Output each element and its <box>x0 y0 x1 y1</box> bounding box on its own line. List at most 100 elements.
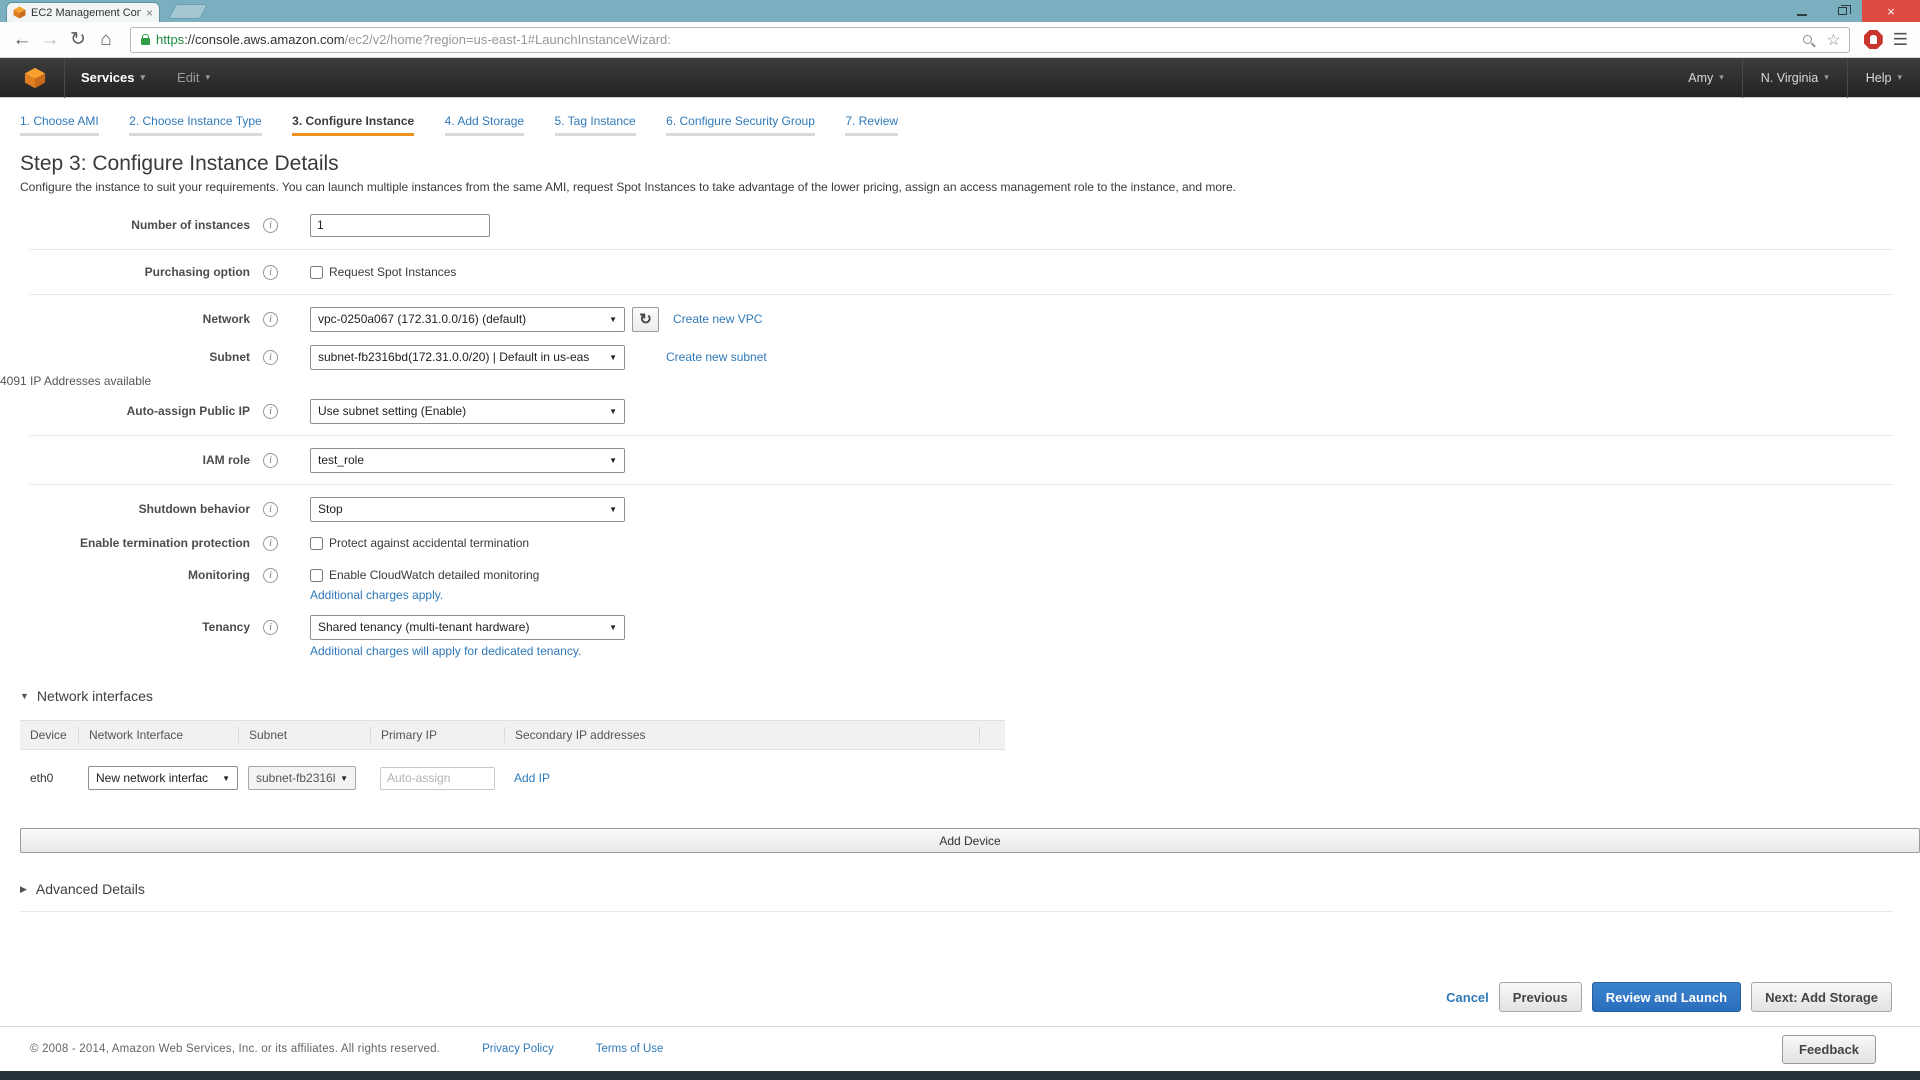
search-icon[interactable] <box>1803 35 1812 44</box>
create-new-vpc-link[interactable]: Create new VPC <box>673 312 762 326</box>
primary-ip-input[interactable] <box>380 767 495 790</box>
bookmark-star-icon[interactable]: ☆ <box>1826 30 1840 50</box>
advanced-details-title: Advanced Details <box>36 881 145 897</box>
url-path: /ec2/v2/home?region=us-east-1#LaunchInst… <box>345 32 1804 47</box>
divider <box>30 294 1893 295</box>
home-icon[interactable]: ⌂ <box>92 29 120 51</box>
row-auto-assign-public-ip: Auto-assign Public IP i Use subnet setti… <box>0 396 1920 426</box>
info-icon[interactable]: i <box>263 453 278 468</box>
tab-close-icon[interactable]: × <box>146 7 153 19</box>
step-configure-security-group[interactable]: 6. Configure Security Group <box>666 114 815 136</box>
table-header-row: Device Network Interface Subnet Primary … <box>20 720 1005 750</box>
tenancy-select[interactable]: Shared tenancy (multi-tenant hardware) ▼ <box>310 615 625 640</box>
request-spot-instances-label: Request Spot Instances <box>329 265 456 279</box>
advanced-details-section-header[interactable]: ▶ Advanced Details <box>20 881 1920 897</box>
terms-of-use-link[interactable]: Terms of Use <box>596 1043 664 1055</box>
step-review[interactable]: 7. Review <box>845 114 898 136</box>
info-icon[interactable]: i <box>263 404 278 419</box>
step-add-storage[interactable]: 4. Add Storage <box>445 114 524 136</box>
feedback-button[interactable]: Feedback <box>1782 1035 1876 1064</box>
network-interface-value: New network interfac <box>96 771 208 785</box>
window-restore-button[interactable] <box>1822 0 1862 22</box>
info-icon[interactable]: i <box>263 312 278 327</box>
shutdown-behavior-select[interactable]: Stop ▼ <box>310 497 625 522</box>
browser-tab-bar: EC2 Management Console × × <box>0 0 1920 22</box>
privacy-policy-link[interactable]: Privacy Policy <box>482 1043 554 1055</box>
step-choose-ami[interactable]: 1. Choose AMI <box>20 114 99 136</box>
add-device-button[interactable]: Add Device <box>20 828 1920 853</box>
chevron-down-icon: ▾ <box>1897 72 1902 83</box>
info-icon[interactable]: i <box>263 568 278 583</box>
col-secondary-ip: Secondary IP addresses <box>504 727 979 743</box>
user-menu[interactable]: Amy ▾ <box>1670 58 1742 98</box>
back-icon[interactable]: ← <box>8 29 36 51</box>
help-label: Help <box>1866 71 1892 85</box>
additional-charges-link[interactable]: Additional charges apply. <box>310 588 443 602</box>
chevron-down-icon: ▾ <box>1719 72 1724 83</box>
step-configure-instance[interactable]: 3. Configure Instance <box>292 114 414 136</box>
step-choose-instance-type[interactable]: 2. Choose Instance Type <box>129 114 262 136</box>
subnet-select-value: subnet-fb2316bd(172.31.0.0/20) | Default… <box>318 350 589 364</box>
aws-logo[interactable] <box>0 67 64 89</box>
network-interface-select[interactable]: New network interfac ▼ <box>88 766 238 790</box>
info-icon[interactable]: i <box>263 350 278 365</box>
forward-icon[interactable]: → <box>36 29 64 51</box>
cancel-link[interactable]: Cancel <box>1446 990 1489 1005</box>
review-and-launch-button[interactable]: Review and Launch <box>1592 982 1741 1012</box>
divider <box>30 249 1893 250</box>
url-bar[interactable]: https ://console.aws.amazon.com /ec2/v2/… <box>130 27 1850 53</box>
info-icon[interactable]: i <box>263 218 278 233</box>
chevron-down-icon: ▾ <box>1824 72 1829 83</box>
subnet-select[interactable]: subnet-fb2316bd(172.31.0.0/20) | Default… <box>310 345 625 370</box>
browser-tab[interactable]: EC2 Management Console × <box>6 2 160 22</box>
window-minimize-button[interactable] <box>1782 0 1822 22</box>
row-monitoring: Monitoring i Enable CloudWatch detailed … <box>0 562 1920 588</box>
network-select[interactable]: vpc-0250a067 (172.31.0.0/16) (default) ▼ <box>310 307 625 332</box>
info-icon[interactable]: i <box>263 620 278 635</box>
network-interfaces-section-header[interactable]: ▼ Network interfaces <box>20 688 1920 704</box>
help-menu[interactable]: Help ▾ <box>1848 58 1920 98</box>
user-name: Amy <box>1688 71 1713 85</box>
auto-assign-public-ip-label: Auto-assign Public IP <box>0 404 250 418</box>
step-tag-instance[interactable]: 5. Tag Instance <box>555 114 636 136</box>
url-scheme: https <box>156 32 184 47</box>
tab-title: EC2 Management Console <box>31 7 141 19</box>
window-close-button[interactable]: × <box>1862 0 1920 22</box>
subnet-label: Subnet <box>0 350 250 364</box>
add-ip-link[interactable]: Add IP <box>514 771 550 785</box>
row-subnet-select[interactable]: subnet-fb2316b( ▼ <box>248 766 356 790</box>
info-icon[interactable]: i <box>263 265 278 280</box>
next-add-storage-button[interactable]: Next: Add Storage <box>1751 982 1892 1012</box>
iam-role-select[interactable]: test_role ▼ <box>310 448 625 473</box>
info-icon[interactable]: i <box>263 502 278 517</box>
create-new-subnet-link[interactable]: Create new subnet <box>666 350 767 364</box>
table-row: eth0 New network interfac ▼ subnet-fb231… <box>20 750 1005 806</box>
minimize-icon <box>1797 14 1807 16</box>
edit-menu[interactable]: Edit ▾ <box>161 58 226 98</box>
number-of-instances-input[interactable] <box>310 214 490 237</box>
aws-favicon-icon <box>13 6 26 19</box>
tenancy-label: Tenancy <box>0 620 250 634</box>
divider <box>30 484 1893 485</box>
network-label: Network <box>0 312 250 326</box>
new-tab-button[interactable] <box>168 4 208 19</box>
termination-protection-checkbox[interactable] <box>310 537 323 550</box>
stop-hand-extension-icon[interactable] <box>1864 30 1883 49</box>
services-menu[interactable]: Services ▾ <box>65 58 161 98</box>
auto-assign-public-ip-select[interactable]: Use subnet setting (Enable) ▼ <box>310 399 625 424</box>
refresh-vpc-button[interactable]: ↻ <box>632 307 659 332</box>
info-icon[interactable]: i <box>263 536 278 551</box>
region-menu[interactable]: N. Virginia ▾ <box>1743 58 1847 98</box>
row-purchasing-option: Purchasing option i Request Spot Instanc… <box>0 259 1920 285</box>
select-arrow-icon: ▼ <box>340 774 348 783</box>
shutdown-behavior-value: Stop <box>318 502 343 516</box>
row-network: Network i vpc-0250a067 (172.31.0.0/16) (… <box>0 304 1920 334</box>
purchasing-option-label: Purchasing option <box>0 265 250 279</box>
browser-menu-icon[interactable]: ☰ <box>1893 30 1908 50</box>
previous-button[interactable]: Previous <box>1499 982 1582 1012</box>
refresh-icon[interactable]: ↻ <box>64 28 92 51</box>
request-spot-instances-checkbox[interactable] <box>310 266 323 279</box>
tenancy-additional-charges-link[interactable]: Additional charges will apply for dedica… <box>310 644 581 658</box>
col-device: Device <box>20 727 78 743</box>
cloudwatch-monitoring-checkbox[interactable] <box>310 569 323 582</box>
